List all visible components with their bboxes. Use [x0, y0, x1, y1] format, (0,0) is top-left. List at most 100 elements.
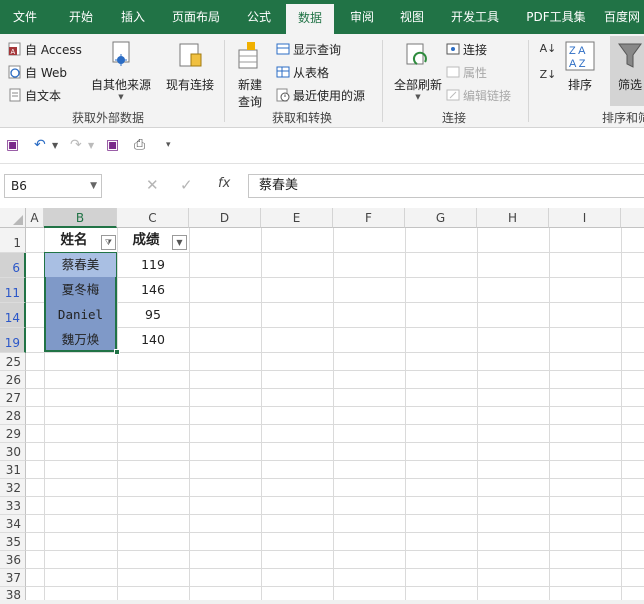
worksheet-grid[interactable]: A B C D E F G H I 1 6 11 14 19 25 26 27 … — [0, 208, 644, 604]
horizontal-scrollbar[interactable] — [0, 600, 644, 604]
filter-active-icon[interactable]: ⧩ — [101, 235, 116, 250]
group-label-connections: 连接 — [442, 111, 467, 125]
header-cell-name[interactable]: 姓名 — [44, 228, 104, 253]
from-web-button[interactable]: 自 Web — [8, 62, 67, 82]
column-header-f[interactable]: F — [333, 208, 405, 228]
row-header-26[interactable]: 26 — [0, 371, 26, 389]
existing-connections-button[interactable]: 现有连接 — [162, 40, 218, 93]
row-header-19[interactable]: 19 — [0, 328, 26, 353]
row-header-25[interactable]: 25 — [0, 353, 26, 371]
formula-input[interactable]: 蔡春美 — [248, 174, 644, 198]
connections-button[interactable]: 连接 — [446, 39, 487, 59]
sort-button[interactable]: Z AA Z 排序 — [562, 40, 598, 93]
tab-baidu[interactable]: 百度网 — [604, 0, 644, 34]
filter-dropdown-icon[interactable]: ▼ — [172, 235, 187, 250]
select-all-corner[interactable] — [0, 208, 26, 228]
header-cell-score[interactable]: 成绩 — [117, 228, 175, 253]
column-header-i[interactable]: I — [549, 208, 621, 228]
column-header-d[interactable]: D — [189, 208, 261, 228]
column-header-b[interactable]: B — [44, 208, 117, 228]
gridline — [405, 228, 406, 604]
clock-icon — [276, 88, 290, 102]
column-header-h[interactable]: H — [477, 208, 549, 228]
chevron-down-icon: ▼ — [88, 141, 95, 150]
row-header-11[interactable]: 11 — [0, 278, 26, 303]
table-cell-name[interactable]: 夏冬梅 — [44, 278, 117, 302]
column-header-e[interactable]: E — [261, 208, 333, 228]
row-header-37[interactable]: 37 — [0, 569, 26, 587]
refresh-all-button[interactable]: 全部刷新 ▼ — [390, 40, 446, 101]
tab-data[interactable]: 数据 — [286, 4, 334, 34]
row-header-34[interactable]: 34 — [0, 515, 26, 533]
filter-label: 筛选 — [617, 78, 642, 92]
tab-view[interactable]: 视图 — [390, 0, 434, 34]
table-cell-name[interactable]: Daniel — [44, 303, 117, 327]
row-header-14[interactable]: 14 — [0, 303, 26, 328]
tab-home[interactable]: 开始 — [56, 0, 106, 34]
filter-button[interactable]: 筛选 — [610, 36, 644, 106]
column-header-g[interactable]: G — [405, 208, 477, 228]
name-box[interactable]: B6 ▼ — [4, 174, 102, 198]
cancel-icon[interactable]: ✕ — [146, 176, 159, 194]
table-cell-score[interactable]: 140 — [117, 328, 189, 352]
tab-pdf-tools[interactable]: PDF工具集 — [518, 0, 594, 34]
table-cell-score[interactable]: 119 — [117, 253, 189, 277]
column-header-c[interactable]: C — [117, 208, 189, 228]
from-other-sources-button[interactable]: 自其他来源 ▼ — [88, 40, 154, 101]
tab-insert[interactable]: 插入 — [110, 0, 156, 34]
text-file-icon — [8, 88, 22, 102]
gridline — [26, 388, 644, 389]
from-table-button[interactable]: 从表格 — [276, 62, 329, 82]
save-as-icon[interactable]: ▣ — [106, 137, 119, 153]
print-preview-icon[interactable]: ⎙ — [134, 137, 145, 153]
column-header-a[interactable]: A — [26, 208, 44, 228]
row-header-30[interactable]: 30 — [0, 443, 26, 461]
show-queries-button[interactable]: 显示查询 — [276, 39, 341, 59]
save-icon[interactable]: ▣ — [6, 137, 19, 153]
row-header-36[interactable]: 36 — [0, 551, 26, 569]
tab-page-layout[interactable]: 页面布局 — [164, 0, 228, 34]
chevron-down-icon[interactable]: ▼ — [52, 141, 58, 150]
group-separator — [528, 40, 529, 122]
edit-links-button[interactable]: 编辑链接 — [446, 85, 511, 105]
from-access-button[interactable]: A 自 Access — [8, 39, 82, 59]
properties-button[interactable]: 属性 — [446, 62, 487, 82]
row-header-32[interactable]: 32 — [0, 479, 26, 497]
tab-formulas[interactable]: 公式 — [236, 0, 282, 34]
row-header-6[interactable]: 6 — [0, 253, 26, 278]
table-cell-score[interactable]: 146 — [117, 278, 189, 302]
row-header-27[interactable]: 27 — [0, 389, 26, 407]
insert-function-icon[interactable]: fx — [218, 176, 230, 191]
row-header-29[interactable]: 29 — [0, 425, 26, 443]
tab-developer[interactable]: 开发工具 — [442, 0, 508, 34]
gridline — [26, 586, 644, 587]
row-header-35[interactable]: 35 — [0, 533, 26, 551]
row-header-1[interactable]: 1 — [0, 228, 26, 253]
table-cell-name[interactable]: 蔡春美 — [44, 253, 117, 277]
from-text-button[interactable]: 自文本 — [8, 85, 61, 105]
chevron-down-icon[interactable]: ▼ — [90, 175, 97, 197]
enter-icon[interactable]: ✓ — [180, 176, 193, 194]
gridline — [477, 228, 478, 604]
edit-links-label: 编辑链接 — [463, 88, 512, 103]
sort-ascending-descending[interactable]: A↓ Z↓ — [536, 42, 560, 81]
row-header-28[interactable]: 28 — [0, 407, 26, 425]
connections-label: 连接 — [463, 42, 488, 57]
from-text-label: 自文本 — [25, 88, 62, 103]
properties-icon — [446, 65, 460, 79]
svg-text:A: A — [11, 49, 16, 56]
recent-sources-button[interactable]: 最近使用的源 — [276, 85, 365, 105]
gridline — [26, 568, 644, 569]
new-query-button[interactable]: 新建 查询 — [230, 40, 270, 110]
tab-file[interactable]: 文件 — [0, 0, 50, 34]
column-header-partial — [621, 208, 644, 228]
table-cell-score[interactable]: 95 — [117, 303, 189, 327]
row-header-31[interactable]: 31 — [0, 461, 26, 479]
table-cell-name[interactable]: 魏万焕 — [44, 328, 117, 352]
tab-review[interactable]: 审阅 — [340, 0, 384, 34]
row-header-33[interactable]: 33 — [0, 497, 26, 515]
undo-icon[interactable]: ↶ — [34, 137, 46, 153]
customize-toolbar-icon[interactable]: ▾ — [166, 140, 171, 150]
sort-label: 排序 — [567, 78, 592, 92]
web-icon — [8, 65, 22, 79]
